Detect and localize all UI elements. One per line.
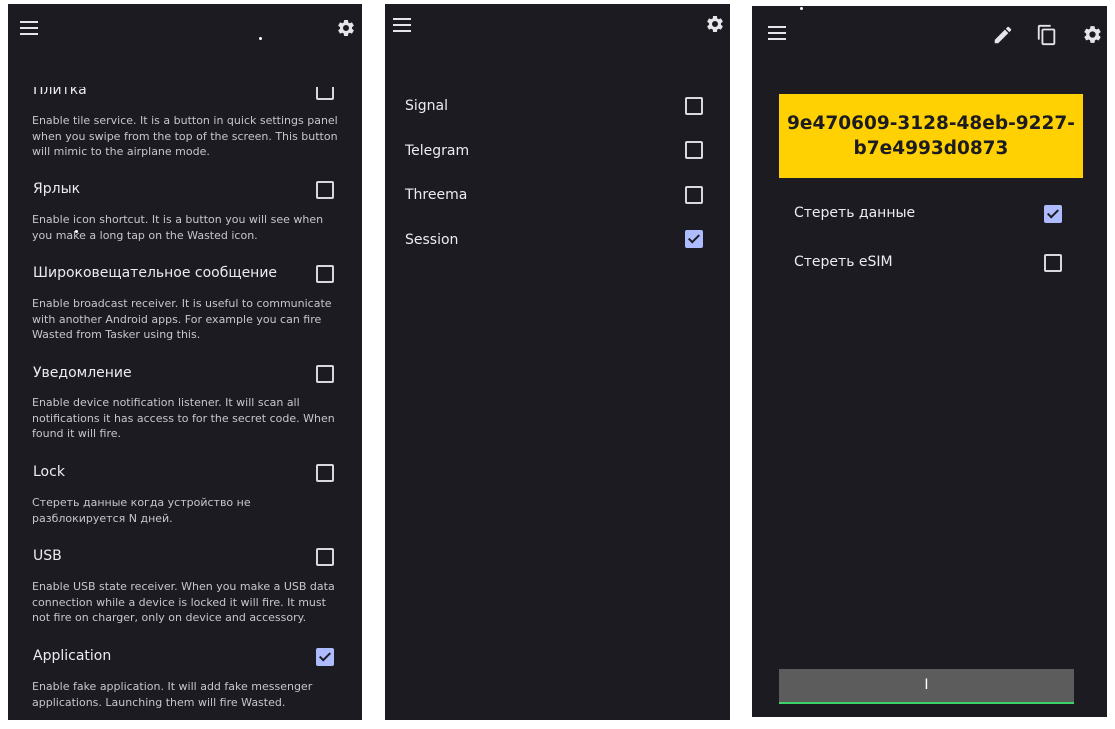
- status-dot: [800, 7, 803, 10]
- setting-description: Стереть данные когда устройство не разбл…: [32, 496, 251, 525]
- setting-description: Enable device notification listener. It …: [32, 396, 335, 440]
- setting-description: Enable USB state receiver. When you make…: [32, 580, 335, 624]
- app-label: Threema: [405, 187, 468, 203]
- toggle-button[interactable]: I: [779, 669, 1074, 704]
- setting-checkbox[interactable]: [316, 265, 334, 283]
- app-label: Signal: [405, 98, 449, 114]
- app-checkbox[interactable]: [685, 230, 703, 248]
- setting-title: USB: [33, 548, 62, 564]
- menu-icon[interactable]: [20, 21, 38, 35]
- app-label: Telegram: [405, 143, 470, 159]
- gear-icon[interactable]: [705, 14, 725, 34]
- menu-icon[interactable]: [393, 18, 411, 32]
- option-checkbox[interactable]: [1044, 254, 1062, 272]
- status-dot: [75, 230, 78, 233]
- option-checkbox[interactable]: [1044, 205, 1062, 223]
- copy-icon[interactable]: [1036, 23, 1058, 47]
- pencil-icon[interactable]: [992, 24, 1014, 46]
- app-label: Session: [405, 232, 459, 248]
- setting-checkbox[interactable]: [316, 464, 334, 482]
- setting-checkbox[interactable]: [316, 181, 334, 199]
- app-checkbox[interactable]: [685, 141, 703, 159]
- setting-checkbox[interactable]: [316, 87, 334, 100]
- setting-description: Enable icon shortcut. It is a button you…: [32, 213, 324, 242]
- setting-description: Enable tile service. It is a button in q…: [32, 114, 338, 158]
- secret-code[interactable]: 9e470609-3128-48eb-9227-b7e4993d0873: [779, 94, 1083, 178]
- settings-screen: Плитка Enable tile service. It is a butt…: [8, 4, 362, 720]
- app-checkbox[interactable]: [685, 186, 703, 204]
- status-dot: [259, 37, 262, 40]
- setting-title: Плитка: [33, 82, 87, 98]
- gear-icon[interactable]: [336, 18, 356, 38]
- setting-title: Уведомление: [33, 365, 132, 381]
- option-label: Стереть данные: [794, 205, 916, 221]
- setting-title: Ярлык: [33, 181, 81, 197]
- apps-screen: Signal Telegram Threema Session: [385, 4, 730, 720]
- app-checkbox[interactable]: [685, 97, 703, 115]
- setting-checkbox[interactable]: [316, 365, 334, 383]
- setting-title: Application: [33, 648, 112, 664]
- setting-description: Enable broadcast receiver. It is useful …: [32, 297, 332, 341]
- gear-icon[interactable]: [1082, 24, 1103, 45]
- setting-checkbox[interactable]: [316, 648, 334, 666]
- option-label: Стереть eSIM: [794, 254, 893, 270]
- setting-checkbox[interactable]: [316, 548, 334, 566]
- menu-icon[interactable]: [768, 26, 786, 40]
- main-screen: 9e470609-3128-48eb-9227-b7e4993d0873 Сте…: [752, 6, 1107, 717]
- setting-description: Enable fake application. It will add fak…: [32, 680, 313, 709]
- setting-title: Lock: [33, 464, 65, 480]
- setting-title: Широковещательное сообщение: [33, 265, 278, 281]
